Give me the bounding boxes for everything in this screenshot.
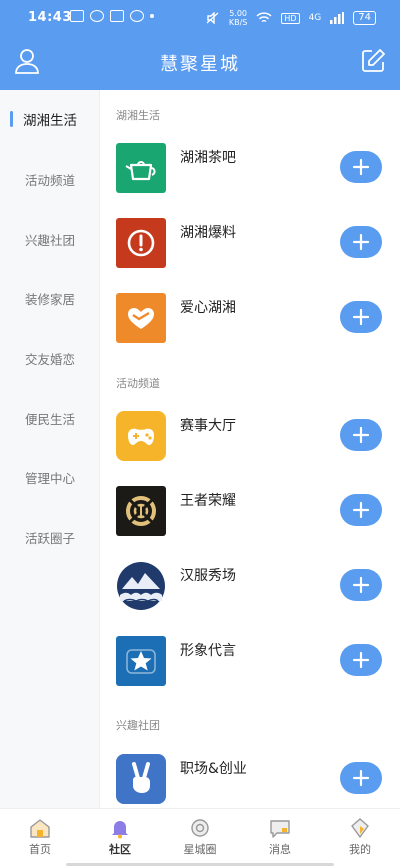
- list-item[interactable]: 赛事大厅: [116, 411, 386, 461]
- plus-icon: [352, 651, 370, 669]
- tab-label: 我的: [349, 843, 371, 856]
- section-title: 湖湘生活: [116, 109, 160, 122]
- status-time: 14:43: [28, 10, 72, 25]
- item-label: 湖湘爆料: [180, 225, 236, 241]
- tab-label: 星城圈: [183, 843, 217, 856]
- tv-notification-icon: [110, 10, 124, 22]
- signal-icon: [330, 12, 345, 24]
- add-button[interactable]: [340, 762, 382, 794]
- plus-icon: [352, 769, 370, 787]
- alert-icon: [116, 218, 166, 268]
- tab-label: 消息: [269, 843, 291, 856]
- tab-profile[interactable]: 我的: [320, 817, 400, 866]
- game-logo-icon: [116, 486, 166, 536]
- plus-icon: [352, 308, 370, 326]
- app-header: 14:43 5.00 KB/S HD 4G 74 慧聚星城: [0, 0, 400, 90]
- status-bar: 14:43 5.00 KB/S HD 4G 74: [0, 0, 400, 34]
- item-label: 职场&创业: [180, 761, 247, 777]
- channel-list: 湖湘生活 湖湘茶吧 湖湘爆料 爱心湖湘 活动频道 赛事大厅 王者荣耀 汉服秀场 …: [100, 90, 400, 808]
- list-item[interactable]: 王者荣耀: [116, 486, 386, 536]
- profile-icon: [351, 818, 369, 838]
- bottom-tab-bar: 首页 社区 星城圈 消息 我的: [0, 808, 400, 866]
- add-button[interactable]: [340, 494, 382, 526]
- sidebar-item-label: 便民生活: [24, 411, 75, 427]
- teapot-icon: [116, 143, 166, 193]
- sidebar-item-label: 活动频道: [24, 172, 75, 188]
- sidebar-item-management[interactable]: 管理中心: [0, 457, 100, 497]
- category-sidebar: 湖湘生活 活动频道 兴趣社团 装修家居 交友婚恋 便民生活 管理中心 活跃圈子: [0, 90, 100, 808]
- section-title: 活动频道: [116, 377, 160, 390]
- add-button[interactable]: [340, 644, 382, 676]
- tab-home[interactable]: 首页: [0, 817, 80, 866]
- sidebar-item-label: 湖湘生活: [23, 113, 77, 129]
- notification-icons: [70, 10, 154, 22]
- star-icon: [116, 636, 166, 686]
- plus-icon: [352, 576, 370, 594]
- page-title: 慧聚星城: [160, 54, 240, 75]
- network-speed: 5.00 KB/S: [229, 9, 248, 27]
- item-label: 赛事大厅: [180, 418, 236, 434]
- item-label: 王者荣耀: [180, 493, 236, 509]
- victory-hand-icon: [116, 754, 166, 804]
- sidebar-item-label: 管理中心: [24, 470, 75, 486]
- gamepad-icon: [116, 411, 166, 461]
- tab-label: 首页: [29, 843, 51, 856]
- heart-icon: [116, 293, 166, 343]
- list-item[interactable]: 湖湘茶吧: [116, 143, 386, 193]
- list-item[interactable]: 爱心湖湘: [116, 293, 386, 343]
- tab-community[interactable]: 社区: [80, 817, 160, 866]
- message-icon: [270, 820, 290, 838]
- mute-icon: [206, 12, 219, 24]
- mountain-cloud-icon: [116, 561, 166, 611]
- play-notification-icon: [130, 10, 144, 22]
- speed-value: 5.00: [229, 9, 248, 18]
- add-button[interactable]: [340, 419, 382, 451]
- bell-icon: [112, 821, 128, 839]
- item-label: 爱心湖湘: [180, 300, 236, 316]
- tab-label: 社区: [109, 843, 131, 856]
- plus-icon: [352, 501, 370, 519]
- sidebar-item-label: 活跃圈子: [24, 530, 75, 546]
- tab-messages[interactable]: 消息: [240, 817, 320, 866]
- edit-icon[interactable]: [358, 46, 388, 76]
- status-right: 5.00 KB/S HD 4G 74: [206, 9, 376, 27]
- tab-star-city-circle[interactable]: 星城圈: [160, 817, 240, 866]
- list-item[interactable]: 湖湘爆料: [116, 218, 386, 268]
- sidebar-item-active-circles[interactable]: 活跃圈子: [0, 517, 100, 557]
- sidebar-item-activity-channel[interactable]: 活动频道: [0, 159, 100, 199]
- hd-badge: HD: [281, 12, 300, 24]
- sidebar-item-label: 交友婚恋: [24, 351, 75, 367]
- section-title: 兴趣社团: [116, 719, 160, 732]
- speed-unit: KB/S: [228, 18, 248, 27]
- item-label: 湖湘茶吧: [180, 150, 236, 166]
- camera-icon: [191, 819, 209, 837]
- sidebar-item-label: 装修家居: [24, 291, 75, 307]
- sms-notification-icon: [70, 10, 84, 22]
- sidebar-item-home-decoration[interactable]: 装修家居: [0, 278, 100, 318]
- plus-icon: [352, 426, 370, 444]
- home-icon: [30, 819, 50, 838]
- item-label: 汉服秀场: [180, 568, 236, 584]
- list-item[interactable]: 职场&创业: [116, 754, 386, 804]
- list-item[interactable]: 形象代言: [116, 636, 386, 686]
- sidebar-item-label: 兴趣社团: [24, 232, 75, 248]
- battery-indicator: 74: [353, 11, 376, 25]
- wifi-icon: [256, 12, 272, 23]
- item-label: 形象代言: [180, 643, 236, 659]
- signal-label: 4G: [308, 13, 322, 23]
- app-notification-icon: [90, 10, 104, 22]
- add-button[interactable]: [340, 226, 382, 258]
- sidebar-item-dating[interactable]: 交友婚恋: [0, 338, 100, 378]
- sidebar-item-interest-clubs[interactable]: 兴趣社团: [0, 219, 100, 259]
- list-item[interactable]: 汉服秀场: [116, 561, 386, 611]
- sidebar-item-convenience[interactable]: 便民生活: [0, 398, 100, 438]
- plus-icon: [352, 158, 370, 176]
- sidebar-item-huxiang-life[interactable]: 湖湘生活: [0, 99, 100, 139]
- add-button[interactable]: [340, 569, 382, 601]
- plus-icon: [352, 233, 370, 251]
- more-dot-icon: [150, 14, 154, 18]
- add-button[interactable]: [340, 301, 382, 333]
- add-button[interactable]: [340, 151, 382, 183]
